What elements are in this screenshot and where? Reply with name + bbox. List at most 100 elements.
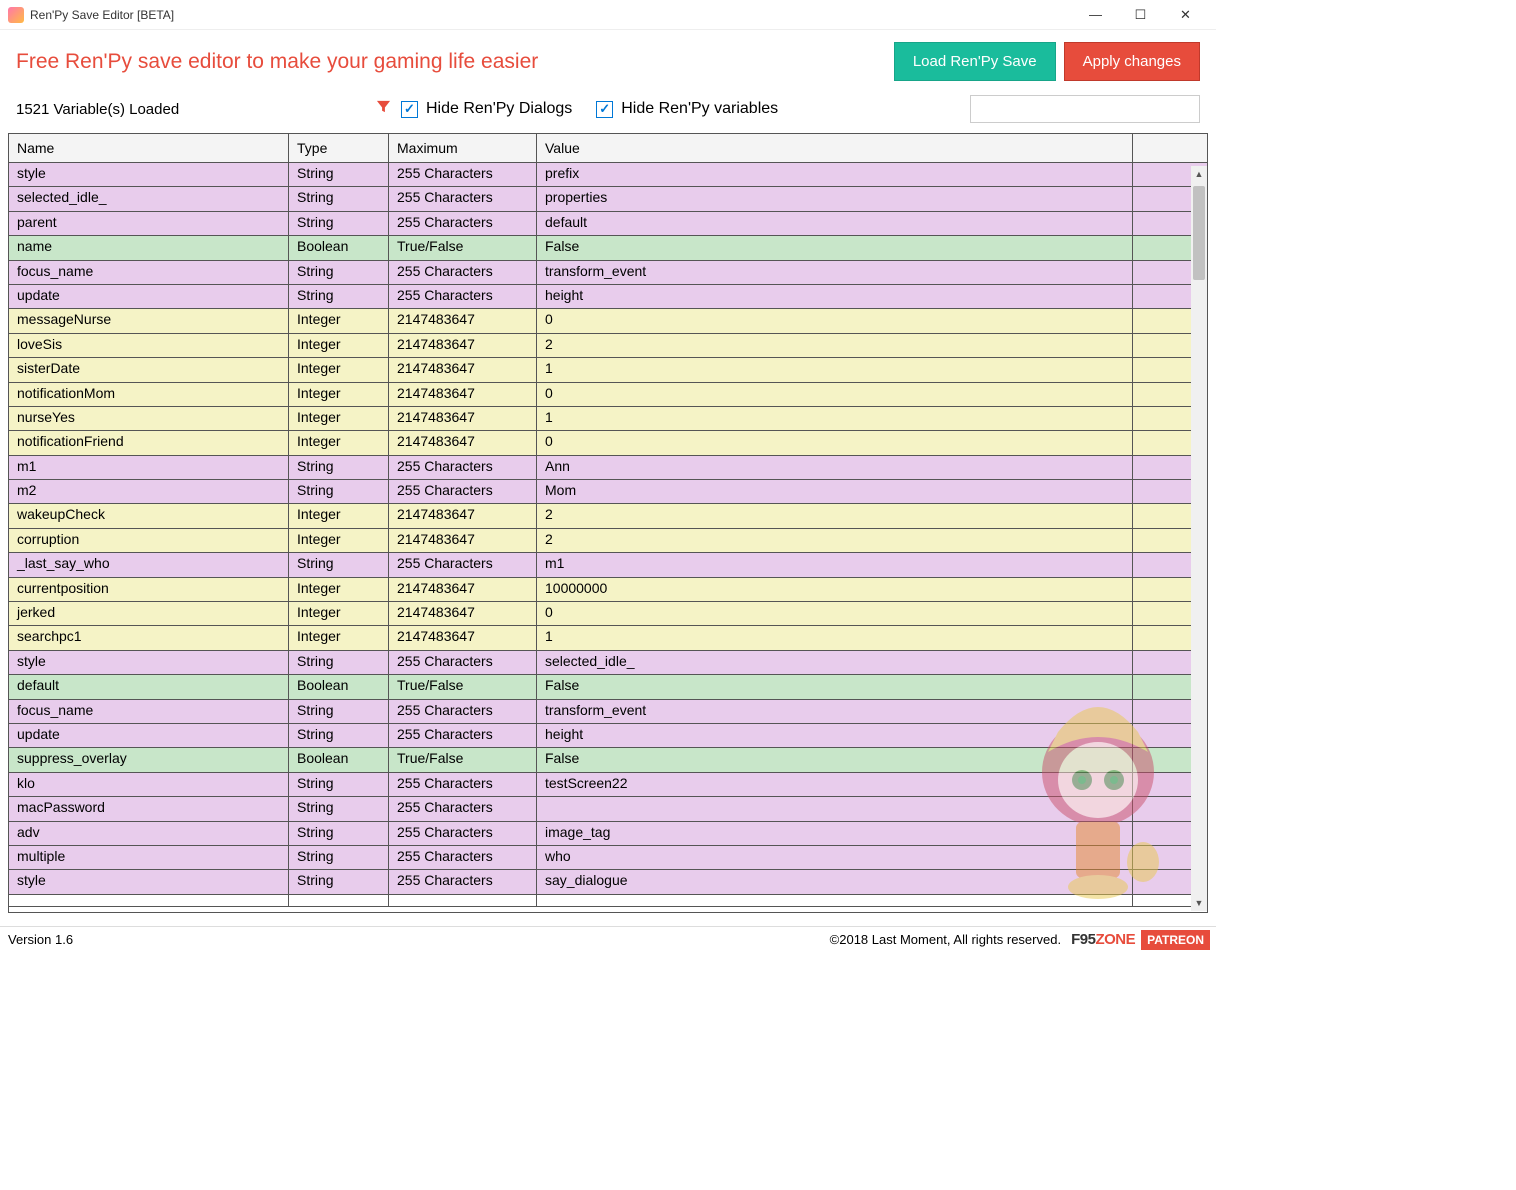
- table-row[interactable]: sisterDateInteger21474836471: [9, 358, 1207, 382]
- table-row[interactable]: currentpositionInteger214748364710000000: [9, 578, 1207, 602]
- cell-value[interactable]: prefix: [537, 163, 1133, 186]
- cell-value[interactable]: 0: [537, 383, 1133, 406]
- cell-name: messageNurse: [9, 309, 289, 332]
- table-row[interactable]: loveSisInteger21474836472: [9, 334, 1207, 358]
- cell-value[interactable]: Ann: [537, 456, 1133, 479]
- table-row[interactable]: jerkedInteger21474836470: [9, 602, 1207, 626]
- cell-value[interactable]: say_dialogue: [537, 870, 1133, 893]
- cell-name: searchpc1: [9, 626, 289, 649]
- cell-value[interactable]: testScreen22: [537, 773, 1133, 796]
- table-row[interactable]: _last_say_whoString255 Charactersm1: [9, 553, 1207, 577]
- table-row[interactable]: nameBooleanTrue/FalseFalse: [9, 236, 1207, 260]
- cell-type: Boolean: [289, 236, 389, 259]
- cell-max: 2147483647: [389, 504, 537, 527]
- cell-value[interactable]: False: [537, 236, 1133, 259]
- cell-value[interactable]: 2: [537, 334, 1133, 357]
- hide-variables-checkbox[interactable]: ✓: [596, 101, 613, 118]
- load-save-button[interactable]: Load Ren'Py Save: [894, 42, 1056, 81]
- cell-value[interactable]: False: [537, 675, 1133, 698]
- cell-value[interactable]: default: [537, 212, 1133, 235]
- table-row[interactable]: macPasswordString255 Characters: [9, 797, 1207, 821]
- table-row[interactable]: selected_idle_String255 Charactersproper…: [9, 187, 1207, 211]
- cell-value[interactable]: properties: [537, 187, 1133, 210]
- scroll-thumb[interactable]: [1193, 186, 1205, 280]
- column-maximum[interactable]: Maximum: [389, 134, 537, 162]
- cell-value[interactable]: 0: [537, 431, 1133, 454]
- table-row[interactable]: multipleString255 Characterswho: [9, 846, 1207, 870]
- column-value[interactable]: Value: [537, 134, 1133, 162]
- cell-type: Integer: [289, 626, 389, 649]
- search-input[interactable]: [970, 95, 1200, 123]
- table-row[interactable]: defaultBooleanTrue/FalseFalse: [9, 675, 1207, 699]
- cell-value[interactable]: Mom: [537, 480, 1133, 503]
- cell-value[interactable]: height: [537, 285, 1133, 308]
- patreon-link[interactable]: PATREON: [1141, 930, 1210, 950]
- table-row[interactable]: wakeupCheckInteger21474836472: [9, 504, 1207, 528]
- cell-value[interactable]: height: [537, 724, 1133, 747]
- cell-name: adv: [9, 822, 289, 845]
- cell-value[interactable]: 10000000: [537, 578, 1133, 601]
- cell-value[interactable]: 2: [537, 529, 1133, 552]
- cell-type: String: [289, 651, 389, 674]
- cell-max: 255 Characters: [389, 285, 537, 308]
- filter-icon[interactable]: [376, 99, 391, 119]
- table-row[interactable]: focus_nameString255 Characterstransform_…: [9, 700, 1207, 724]
- cell-value[interactable]: transform_event: [537, 261, 1133, 284]
- table-row[interactable]: styleString255 Charactersselected_idle_: [9, 651, 1207, 675]
- table-row[interactable]: advString255 Charactersimage_tag: [9, 822, 1207, 846]
- cell-value[interactable]: 1: [537, 358, 1133, 381]
- cell-value[interactable]: 0: [537, 602, 1133, 625]
- f95zone-link[interactable]: F95ZONE: [1071, 931, 1135, 948]
- column-type[interactable]: Type: [289, 134, 389, 162]
- table-row[interactable]: focus_nameString255 Characterstransform_…: [9, 261, 1207, 285]
- cell-name: update: [9, 285, 289, 308]
- hide-dialogs-checkbox[interactable]: ✓: [401, 101, 418, 118]
- cell-value[interactable]: 2: [537, 504, 1133, 527]
- cell-type: Integer: [289, 309, 389, 332]
- cell-value[interactable]: 0: [537, 309, 1133, 332]
- column-name[interactable]: Name: [9, 134, 289, 162]
- cell-value[interactable]: m1: [537, 553, 1133, 576]
- cell-value[interactable]: image_tag: [537, 822, 1133, 845]
- apply-changes-button[interactable]: Apply changes: [1064, 42, 1200, 81]
- cell-type: String: [289, 553, 389, 576]
- cell-max: 2147483647: [389, 334, 537, 357]
- scroll-up-icon[interactable]: ▲: [1191, 166, 1207, 182]
- data-grid: Name Type Maximum Value styleString255 C…: [8, 133, 1208, 913]
- table-row[interactable]: nurseYesInteger21474836471: [9, 407, 1207, 431]
- cell-value[interactable]: transform_event: [537, 700, 1133, 723]
- cell-name: focus_name: [9, 261, 289, 284]
- cell-type: String: [289, 797, 389, 820]
- cell-max: True/False: [389, 236, 537, 259]
- table-row[interactable]: updateString255 Charactersheight: [9, 285, 1207, 309]
- cell-type: String: [289, 285, 389, 308]
- maximize-button[interactable]: ☐: [1118, 0, 1163, 30]
- cell-value[interactable]: 1: [537, 626, 1133, 649]
- table-row[interactable]: suppress_overlayBooleanTrue/FalseFalse: [9, 748, 1207, 772]
- cell-value[interactable]: selected_idle_: [537, 651, 1133, 674]
- table-row[interactable]: messageNurseInteger21474836470: [9, 309, 1207, 333]
- cell-value[interactable]: False: [537, 748, 1133, 771]
- cell-type: Integer: [289, 578, 389, 601]
- cell-value[interactable]: who: [537, 846, 1133, 869]
- cell-value[interactable]: [537, 797, 1133, 820]
- table-row[interactable]: notificationFriendInteger21474836470: [9, 431, 1207, 455]
- titlebar: Ren'Py Save Editor [BETA] — ☐ ✕: [0, 0, 1216, 30]
- table-row[interactable]: corruptionInteger21474836472: [9, 529, 1207, 553]
- table-row[interactable]: styleString255 Characterssay_dialogue: [9, 870, 1207, 894]
- cell-max: 255 Characters: [389, 212, 537, 235]
- table-row[interactable]: m2String255 CharactersMom: [9, 480, 1207, 504]
- table-row[interactable]: parentString255 Charactersdefault: [9, 212, 1207, 236]
- minimize-button[interactable]: —: [1073, 0, 1118, 30]
- scroll-down-icon[interactable]: ▼: [1191, 895, 1207, 911]
- scrollbar[interactable]: ▲ ▼: [1191, 166, 1207, 911]
- close-button[interactable]: ✕: [1163, 0, 1208, 30]
- table-row[interactable]: notificationMomInteger21474836470: [9, 383, 1207, 407]
- cell-value[interactable]: 1: [537, 407, 1133, 430]
- table-row[interactable]: kloString255 CharacterstestScreen22: [9, 773, 1207, 797]
- table-row[interactable]: searchpc1Integer21474836471: [9, 626, 1207, 650]
- table-row[interactable]: styleString255 Charactersprefix: [9, 163, 1207, 187]
- table-row[interactable]: updateString255 Charactersheight: [9, 724, 1207, 748]
- tagline: Free Ren'Py save editor to make your gam…: [16, 50, 886, 74]
- table-row[interactable]: m1String255 CharactersAnn: [9, 456, 1207, 480]
